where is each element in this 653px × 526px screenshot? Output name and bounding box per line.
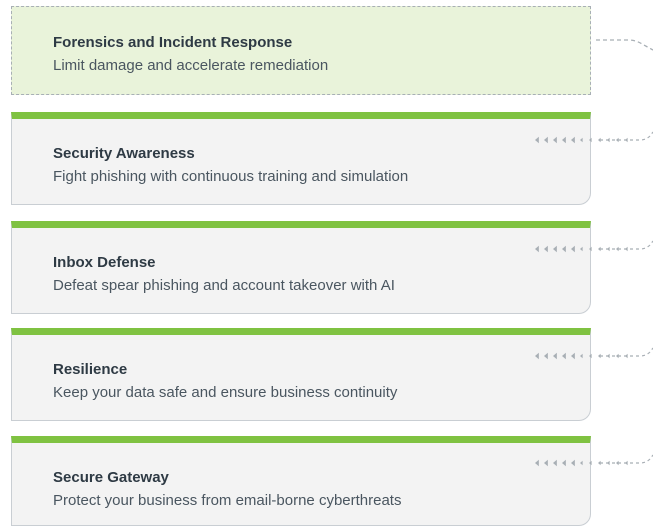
arrowhead-icon — [607, 353, 610, 359]
dashed-connector — [600, 347, 653, 357]
layer-title: Resilience — [53, 361, 128, 378]
arrowhead-icon — [625, 460, 628, 466]
arrowhead-icon — [598, 460, 601, 466]
arrowhead-icon — [607, 246, 610, 252]
arrowhead-icon — [625, 353, 628, 359]
arrowhead-icon — [616, 137, 619, 143]
arrowhead-icon — [616, 246, 619, 252]
layer-title: Inbox Defense — [53, 254, 156, 271]
dashed-connector — [600, 131, 653, 141]
layer-card-security-awareness: Security Awareness Fight phishing with c… — [11, 112, 591, 205]
layers-diagram: Forensics and Incident Response Limit da… — [0, 0, 653, 526]
layer-description: Defeat spear phishing and account takeov… — [53, 277, 395, 294]
arrowhead-icon — [625, 137, 628, 143]
arrowhead-icon — [598, 246, 601, 252]
layer-description: Protect your business from email-borne c… — [53, 492, 402, 509]
arrowhead-icon — [625, 246, 628, 252]
layer-card-secure-gateway: Secure Gateway Protect your business fro… — [11, 436, 591, 526]
arrowhead-icon — [607, 460, 610, 466]
connector-top — [596, 39, 653, 51]
layer-card-resilience: Resilience Keep your data safe and ensur… — [11, 328, 591, 421]
layer-description: Fight phishing with continuous training … — [53, 168, 409, 185]
arrowhead-icon — [598, 137, 601, 143]
layer-title: Forensics and Incident Response — [53, 34, 293, 51]
layer-card-forensics: Forensics and Incident Response Limit da… — [11, 6, 591, 95]
layer-card-inbox-defense: Inbox Defense Defeat spear phishing and … — [11, 221, 591, 314]
layer-description: Keep your data safe and ensure business … — [53, 384, 398, 401]
arrowhead-icon — [616, 460, 619, 466]
layer-title: Security Awareness — [53, 145, 195, 162]
arrowhead-icon — [616, 353, 619, 359]
layer-title: Secure Gateway — [53, 469, 169, 486]
arrowhead-icon — [607, 137, 610, 143]
dashed-connector — [600, 454, 653, 464]
arrowhead-icon — [598, 353, 601, 359]
layer-description: Limit damage and accelerate remediation — [53, 57, 329, 74]
dashed-connector — [600, 240, 653, 250]
